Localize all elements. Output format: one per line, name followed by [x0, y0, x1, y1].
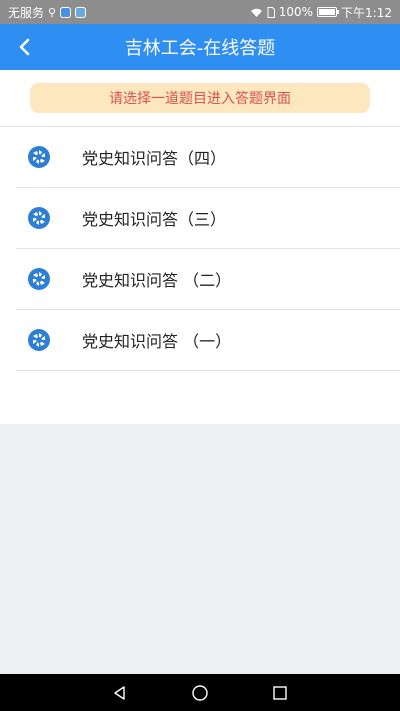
image-notification-icon [75, 6, 87, 18]
triangle-back-icon [114, 685, 125, 700]
system-nav-bar [0, 674, 400, 711]
wifi-icon [250, 8, 262, 17]
quiz-list: 党史知识问答（四） 党史知识问答（三） 党史知识问答 （二） 党史知识问答 （一… [0, 126, 400, 371]
nav-back-button[interactable] [110, 683, 130, 703]
status-right: 100% 下午1:12 [250, 4, 392, 21]
status-left: 无服务 ⚲ [8, 4, 87, 21]
chevron-left-icon [19, 38, 30, 56]
sim-icon [267, 6, 275, 18]
quiz-item-label: 党史知识问答 （一） [82, 332, 232, 351]
back-button[interactable] [10, 32, 40, 62]
quiz-item-label: 党史知识问答 （二） [82, 271, 232, 290]
main-content: 请选择一道题目进入答题界面 党史知识问答（四） 党史知识问答（三） 党史知识问答… [0, 70, 400, 424]
nav-recents-button[interactable] [270, 683, 290, 703]
aperture-icon [28, 146, 50, 168]
nav-home-button[interactable] [190, 683, 210, 703]
aperture-icon [28, 268, 50, 290]
notice-banner: 请选择一道题目进入答题界面 [30, 83, 370, 113]
app-bar: 吉林工会-在线答题 [0, 24, 400, 70]
aperture-icon [28, 207, 50, 229]
list-item[interactable]: 党史知识问答 （二） [16, 249, 400, 310]
battery-percent: 100% [278, 5, 314, 19]
carrier-text: 无服务 [8, 5, 45, 20]
page-title: 吉林工会-在线答题 [124, 38, 276, 59]
list-item[interactable]: 党史知识问答（四） [16, 127, 400, 188]
quiz-item-label: 党史知识问答（三） [82, 210, 227, 229]
square-recents-icon [273, 685, 287, 700]
clock: 下午1:12 [341, 5, 392, 20]
list-item[interactable]: 党史知识问答 （一） [16, 310, 400, 371]
battery-icon [317, 7, 340, 17]
quiz-item-label: 党史知识问答（四） [82, 149, 227, 168]
app-notification-icon [60, 6, 72, 18]
circle-home-icon [192, 684, 208, 701]
status-bar: 无服务 ⚲ 100% 下午1:12 [0, 0, 400, 24]
list-item[interactable]: 党史知识问答（三） [16, 188, 400, 249]
aperture-icon [28, 329, 50, 351]
usb-icon: ⚲ [48, 5, 57, 19]
